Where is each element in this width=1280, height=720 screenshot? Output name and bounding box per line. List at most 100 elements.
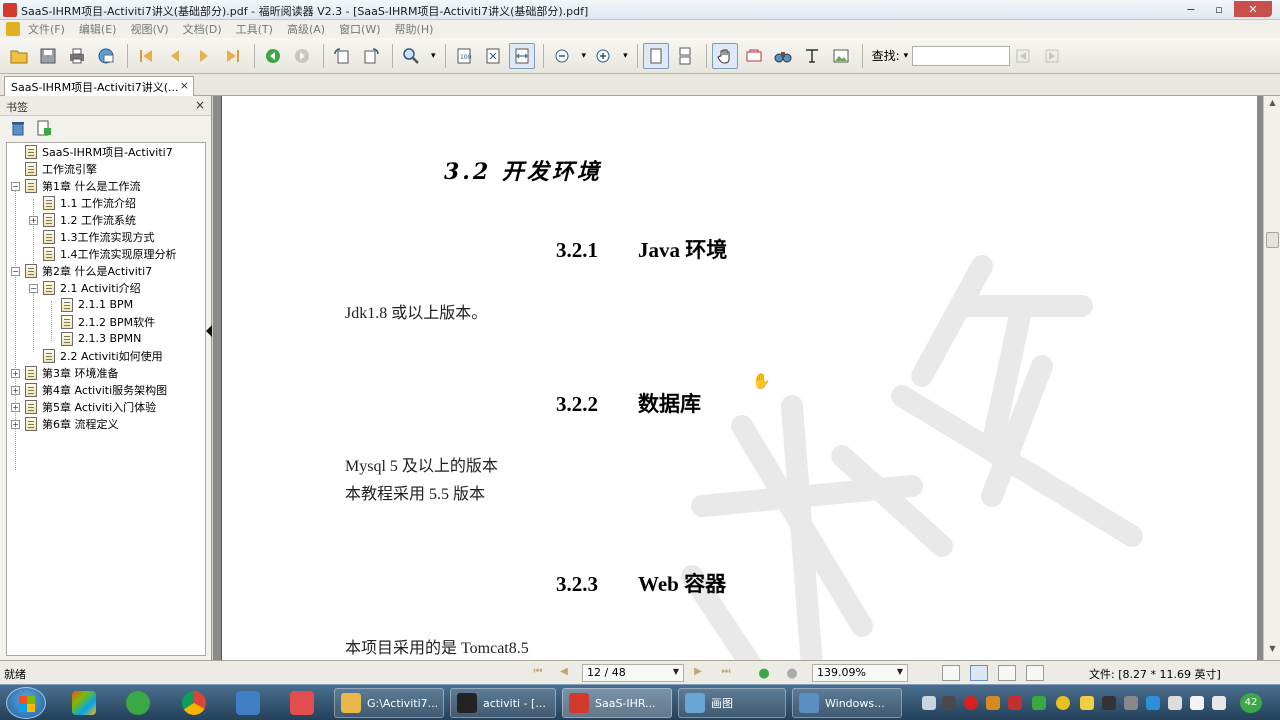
bookmark-item[interactable]: 第5章 Activiti入门体验 — [25, 398, 156, 415]
bookmark-item[interactable]: 第4章 Activiti服务架构图 — [25, 381, 167, 398]
bookmark-item[interactable]: 第3章 环境准备 — [25, 364, 119, 381]
bookmark-item[interactable]: SaaS-IHRM项目-Activiti7 — [25, 143, 173, 160]
open-button[interactable] — [6, 43, 32, 69]
zoom-out-dropdown-arrow[interactable]: ▾ — [582, 51, 587, 61]
vertical-scrollbar[interactable]: ▲ ▼ — [1263, 96, 1280, 660]
page-dropdown-arrow-icon[interactable]: ▼ — [673, 667, 679, 676]
bookmark-item[interactable]: 1.1 工作流介绍 — [43, 194, 136, 211]
status-next-page-icon[interactable]: ▶ — [690, 666, 706, 680]
status-first-page-icon[interactable]: ⏮ — [530, 666, 546, 680]
minimize-button[interactable]: − — [1178, 1, 1204, 17]
collapse-icon[interactable]: − — [11, 267, 20, 276]
page-number-field[interactable]: 12 / 48 ▼ — [582, 664, 684, 682]
zoom-level-field[interactable]: 139.09% ▼ — [812, 664, 908, 682]
snapshot-button[interactable] — [741, 43, 767, 69]
app-menu-icon[interactable] — [6, 22, 20, 36]
taskbar-item-paint[interactable]: 画图 — [678, 688, 786, 718]
bookmark-panel-close-icon[interactable]: × — [195, 98, 205, 112]
print-button[interactable] — [64, 43, 90, 69]
search-options-dropdown[interactable]: ▾ — [904, 51, 909, 61]
save-button[interactable] — [35, 43, 61, 69]
delete-bookmark-icon[interactable] — [10, 120, 26, 136]
menu-file[interactable]: 文件(F) — [28, 21, 65, 37]
bookmark-item[interactable]: 2.1.1 BPM — [61, 296, 133, 313]
zoom-in-button[interactable] — [590, 43, 616, 69]
security-tray-icon[interactable] — [1080, 696, 1094, 710]
rotate-right-button[interactable] — [358, 43, 384, 69]
scrollbar-thumb[interactable] — [1266, 232, 1279, 248]
expand-icon[interactable]: + — [29, 216, 38, 225]
taskbar-item-explorer[interactable]: G:\Activiti7... — [334, 688, 444, 718]
alert-tray-icon[interactable] — [1008, 696, 1022, 710]
prev-page-button[interactable] — [162, 43, 188, 69]
flag-tray-icon[interactable] — [986, 696, 1000, 710]
document-viewport[interactable]: 3.2 开发环境 3.2.1 Java 环境 Jdk1.8 或以上版本。 3.2.… — [213, 96, 1280, 660]
add-bookmark-icon[interactable] — [36, 120, 52, 136]
taskbar-item-windows[interactable]: Windows... — [792, 688, 902, 718]
pinned-app[interactable] — [280, 688, 324, 718]
first-page-button[interactable] — [133, 43, 159, 69]
usb-tray-icon[interactable] — [1168, 696, 1182, 710]
menu-help[interactable]: 帮助(H) — [395, 21, 434, 37]
monitor-tray-icon[interactable] — [942, 696, 956, 710]
start-button[interactable] — [6, 687, 46, 719]
collapse-icon[interactable]: − — [11, 182, 20, 191]
menu-tools[interactable]: 工具(T) — [236, 21, 273, 37]
shield-tray-icon[interactable] — [1032, 696, 1046, 710]
status-last-page-icon[interactable]: ⏭ — [718, 666, 734, 680]
bookmark-item[interactable]: 2.2 Activiti如何使用 — [43, 347, 163, 364]
record-tray-icon[interactable] — [964, 696, 978, 710]
taskbar-item-foxit[interactable]: SaaS-IHR... — [562, 688, 672, 718]
menu-document[interactable]: 文档(D) — [183, 21, 222, 37]
keyboard-tray-icon[interactable] — [922, 696, 936, 710]
view-continuous-facing-icon[interactable] — [1026, 665, 1044, 681]
close-button[interactable]: ✕ — [1234, 1, 1272, 17]
text-tool-button[interactable] — [799, 43, 825, 69]
view-facing-icon[interactable] — [998, 665, 1016, 681]
zoom-out-button[interactable] — [549, 43, 575, 69]
bookmark-item[interactable]: 2.1.3 BPMN — [61, 330, 141, 347]
rotate-left-button[interactable] — [329, 43, 355, 69]
bookmark-item[interactable]: 2.1 Activiti介绍 — [43, 279, 141, 296]
document-tab-close-icon[interactable]: × — [180, 79, 189, 92]
status-forward-icon[interactable]: ● — [784, 666, 800, 681]
network-tray-icon[interactable] — [1146, 696, 1160, 710]
notification-badge[interactable]: 42 — [1240, 693, 1262, 713]
touchpad-tray-icon[interactable] — [1102, 696, 1116, 710]
bookmark-item[interactable]: 1.4工作流实现原理分析 — [43, 245, 177, 262]
scroll-up-arrow-icon[interactable]: ▲ — [1266, 98, 1279, 112]
status-prev-page-icon[interactable]: ◀ — [556, 666, 572, 680]
menu-advanced[interactable]: 高级(A) — [287, 21, 325, 37]
taskbar-item-idea[interactable]: activiti - [... — [450, 688, 556, 718]
single-page-button[interactable] — [642, 42, 669, 69]
restore-button[interactable]: ▫ — [1206, 1, 1232, 17]
find-next-button[interactable] — [1039, 43, 1065, 69]
pinned-app[interactable] — [226, 688, 270, 718]
power-tray-icon[interactable] — [1190, 696, 1204, 710]
bookmark-item[interactable]: 2.1.2 BPM软件 — [61, 313, 155, 330]
bookmark-item[interactable]: 第1章 什么是工作流 — [25, 177, 141, 194]
view-continuous-icon[interactable] — [970, 665, 988, 681]
fit-width-button[interactable] — [508, 42, 535, 69]
email-button[interactable] — [93, 43, 119, 69]
bookmark-item[interactable]: 1.3工作流实现方式 — [43, 228, 155, 245]
bookmark-item[interactable]: 工作流引擎 — [25, 160, 97, 177]
continuous-page-button[interactable] — [672, 43, 698, 69]
pinned-app[interactable] — [172, 688, 216, 718]
image-tool-button[interactable] — [828, 43, 854, 69]
panel-collapse-arrow-icon[interactable] — [206, 325, 212, 337]
expand-icon[interactable]: + — [11, 420, 20, 429]
zoom-button[interactable] — [398, 43, 424, 69]
next-page-button[interactable] — [191, 43, 217, 69]
document-tab[interactable]: SaaS-IHRM项目-Activiti7讲义(... × — [4, 76, 194, 96]
volume-tray-icon[interactable] — [1212, 696, 1226, 710]
expand-icon[interactable]: + — [11, 369, 20, 378]
fit-page-button[interactable] — [480, 43, 506, 69]
speaker-small-tray-icon[interactable] — [1124, 696, 1138, 710]
menu-view[interactable]: 视图(V) — [130, 21, 168, 37]
last-page-button[interactable] — [220, 43, 246, 69]
find-button[interactable] — [770, 43, 796, 69]
status-back-icon[interactable]: ● — [756, 666, 772, 681]
bookmark-item[interactable]: 第6章 流程定义 — [25, 415, 119, 432]
go-back-button[interactable] — [260, 43, 286, 69]
